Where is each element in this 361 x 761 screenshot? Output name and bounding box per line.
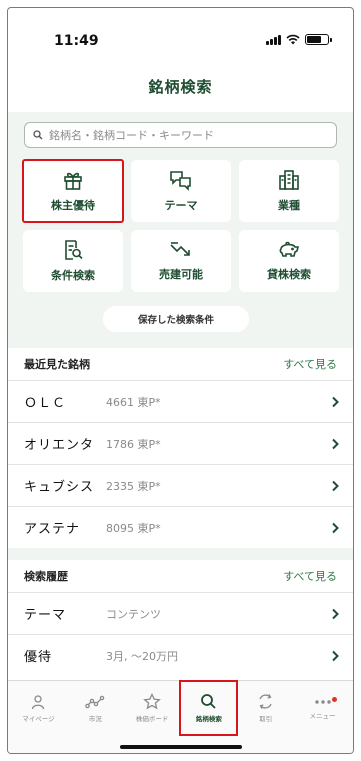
list-item[interactable]: ＯＬＣ 4661 東P* xyxy=(8,380,353,422)
search-icon xyxy=(201,694,217,709)
tile-label: 貸株検索 xyxy=(267,268,311,281)
category-stock-lending[interactable]: 貸株検索 xyxy=(239,230,339,292)
wifi-icon xyxy=(286,34,300,45)
category-short-sellable[interactable]: 売建可能 xyxy=(131,230,231,292)
phone-frame: 11:49 銘柄検索 銘柄名・銘柄コード・キーワード 株主優待 テーマ 業種 条… xyxy=(7,7,354,754)
search-box[interactable] xyxy=(24,122,337,148)
stock-name: アステナ xyxy=(24,522,81,537)
stock-name: オリエンタ xyxy=(24,438,95,453)
tab-label: マイページ xyxy=(22,714,55,723)
category-theme[interactable]: テーマ xyxy=(131,160,231,222)
clock: 11:49 xyxy=(54,33,99,49)
chevron-right-icon xyxy=(332,438,339,450)
history-type: 優待 xyxy=(24,650,53,665)
market-chart-icon xyxy=(85,695,105,708)
stock-code: 4661 東P* xyxy=(106,395,161,409)
home-indicator xyxy=(120,745,242,749)
buildings-icon xyxy=(279,170,299,190)
history-section-header: 検索履歴 すべて見る xyxy=(8,560,353,592)
person-icon xyxy=(32,694,45,709)
section-title: 最近見た銘柄 xyxy=(24,358,90,371)
tab-market[interactable]: 市況 xyxy=(67,681,124,735)
trend-down-icon xyxy=(170,242,190,256)
more-icon xyxy=(314,699,331,704)
tab-label: 市況 xyxy=(88,714,102,723)
cellular-signal-icon xyxy=(266,34,281,45)
see-all-history-link[interactable]: すべて見る xyxy=(283,568,337,584)
section-divider xyxy=(8,548,353,560)
history-type: テーマ xyxy=(24,608,67,623)
tab-menu[interactable]: メニュー xyxy=(294,681,351,735)
stock-code: 1786 東P* xyxy=(106,437,161,451)
history-detail: コンテンツ xyxy=(106,607,161,621)
category-shareholder-benefits[interactable]: 株主優待 xyxy=(22,159,124,223)
chevron-right-icon xyxy=(332,480,339,492)
recent-list: ＯＬＣ 4661 東P* オリエンタ 1786 東P* キュブシス 2335 東… xyxy=(8,380,353,548)
tab-bar: マイページ 市況 株価ボード 銘柄検索 取引 メニュー xyxy=(8,680,353,753)
tab-stock-search[interactable]: 銘柄検索 xyxy=(179,680,239,736)
document-search-icon xyxy=(65,240,83,260)
category-condition-search[interactable]: 条件検索 xyxy=(23,230,123,292)
list-item[interactable]: キュブシス 2335 東P* xyxy=(8,464,353,506)
list-item[interactable]: 優待 3月, 〜20万円 xyxy=(8,634,353,676)
history-detail: 3月, 〜20万円 xyxy=(106,649,178,663)
status-icons xyxy=(266,34,332,45)
tab-stock-board[interactable]: 株価ボード xyxy=(124,681,181,735)
chevron-right-icon xyxy=(332,396,339,408)
recent-section-header: 最近見た銘柄 すべて見る xyxy=(8,348,353,380)
star-icon xyxy=(143,693,161,710)
tab-mypage[interactable]: マイページ xyxy=(10,681,67,735)
tile-label: 売建可能 xyxy=(159,268,203,281)
piggy-bank-icon xyxy=(279,241,300,257)
history-list: テーマ コンテンツ 優待 3月, 〜20万円 xyxy=(8,592,353,676)
status-bar: 11:49 xyxy=(8,8,353,60)
chevron-right-icon xyxy=(332,650,339,662)
stock-name: キュブシス xyxy=(24,480,95,495)
page-title: 銘柄検索 xyxy=(148,77,213,96)
search-panel: 株主優待 テーマ 業種 xyxy=(8,112,353,348)
battery-icon xyxy=(305,34,332,45)
chevron-right-icon xyxy=(332,522,339,534)
section-title: 検索履歴 xyxy=(24,570,68,583)
tile-label: 条件検索 xyxy=(51,269,95,282)
list-item[interactable]: オリエンタ 1786 東P* xyxy=(8,422,353,464)
notification-dot xyxy=(331,697,337,702)
stock-code: 8095 東P* xyxy=(106,521,161,535)
trade-cycle-icon xyxy=(259,694,272,709)
category-industry[interactable]: 業種 xyxy=(239,160,339,222)
stock-name: ＯＬＣ xyxy=(24,396,67,411)
tab-trade[interactable]: 取引 xyxy=(237,681,294,735)
page-header: 銘柄検索 xyxy=(8,60,353,112)
tile-label: 株主優待 xyxy=(51,199,95,212)
list-item[interactable]: アステナ 8095 東P* xyxy=(8,506,353,548)
search-icon xyxy=(33,130,43,140)
category-grid: 株主優待 テーマ 業種 条件検索 売建可能 貸株検索 xyxy=(22,159,340,292)
chat-bubbles-icon xyxy=(170,171,191,191)
tab-label: 取引 xyxy=(259,715,273,723)
tile-label: 業種 xyxy=(278,199,300,212)
gift-icon xyxy=(64,172,82,190)
saved-conditions-button[interactable]: 保存した検索条件 xyxy=(103,306,249,332)
tab-label: 銘柄検索 xyxy=(195,715,222,723)
tab-label: メニュー xyxy=(309,711,336,720)
tab-label: 株価ボード xyxy=(135,715,169,723)
see-all-recent-link[interactable]: すべて見る xyxy=(283,356,337,372)
tile-label: テーマ xyxy=(164,199,198,212)
search-input[interactable] xyxy=(49,128,319,142)
list-item[interactable]: テーマ コンテンツ xyxy=(8,592,353,634)
chevron-right-icon xyxy=(332,608,339,620)
stock-code: 2335 東P* xyxy=(106,479,161,493)
